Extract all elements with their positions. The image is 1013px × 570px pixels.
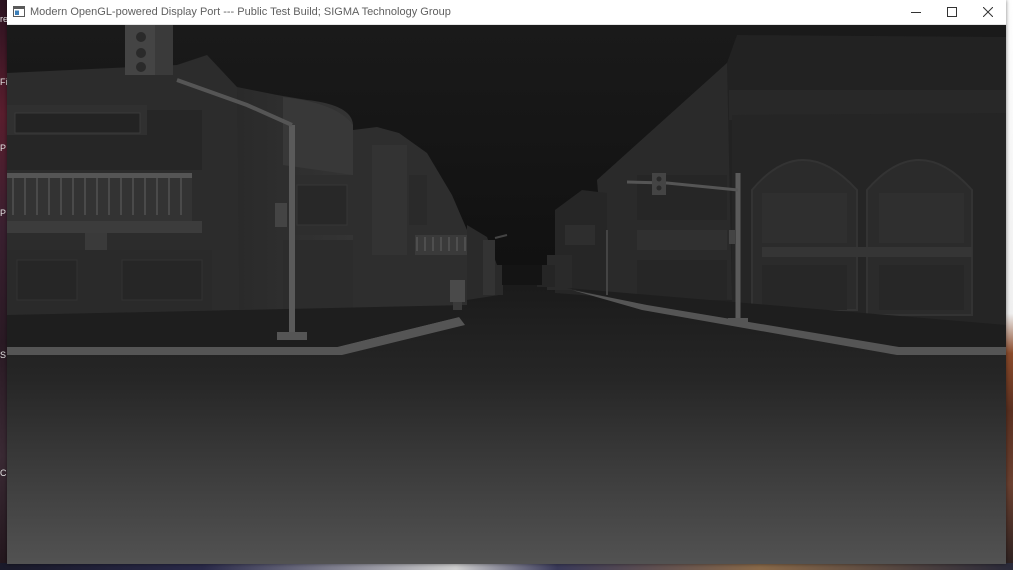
desktop-icon-label: P [0, 143, 7, 153]
desktop-icon-label: C [0, 468, 7, 478]
app-window[interactable]: Modern OpenGL-powered Display Port --- P… [7, 0, 1006, 564]
window-title: Modern OpenGL-powered Display Port --- P… [30, 6, 451, 18]
desktop-right-edge [1006, 0, 1013, 570]
desktop-icon-label: S [0, 350, 7, 360]
app-window-icon [13, 6, 25, 17]
title-bar[interactable]: Modern OpenGL-powered Display Port --- P… [7, 0, 1006, 25]
minimize-icon [911, 12, 921, 13]
maximize-button[interactable] [934, 0, 970, 24]
maximize-icon [947, 7, 957, 17]
taskbar-edge [0, 563, 1013, 570]
close-icon [983, 7, 993, 17]
minimize-button[interactable] [898, 0, 934, 24]
opengl-viewport[interactable] [7, 25, 1006, 564]
desktop-icon-label: P [0, 208, 7, 218]
street-scene-render [7, 25, 1006, 564]
close-button[interactable] [970, 0, 1006, 24]
distant-horizon [502, 265, 542, 285]
